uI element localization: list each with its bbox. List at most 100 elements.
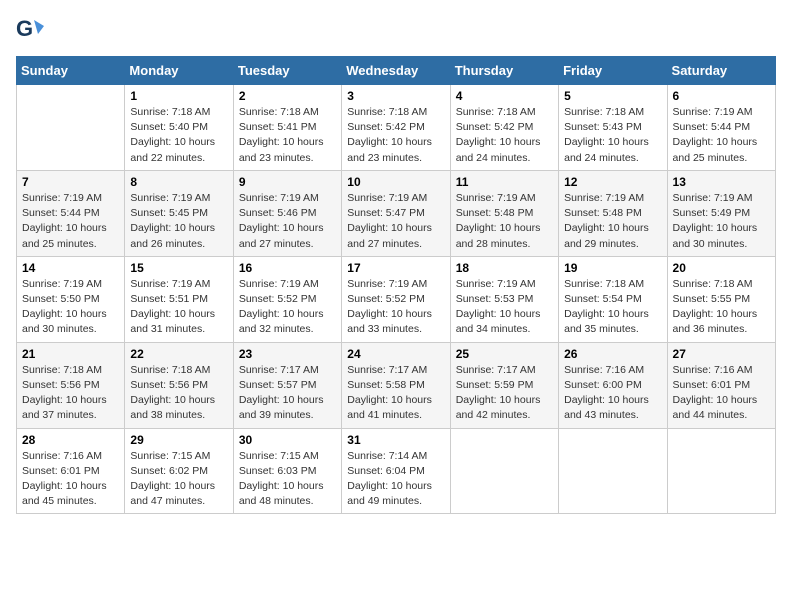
day-number: 27 bbox=[673, 347, 770, 361]
day-cell: 14Sunrise: 7:19 AM Sunset: 5:50 PM Dayli… bbox=[17, 256, 125, 342]
day-detail: Sunrise: 7:15 AM Sunset: 6:03 PM Dayligh… bbox=[239, 449, 336, 510]
day-cell: 24 Sunrise: 7:17 AM Sunset: 5:58 PM Dayli… bbox=[342, 342, 450, 428]
day-detail: Sunrise: 7:19 AM Sunset: 5:48 PM Dayligh… bbox=[564, 191, 661, 252]
day-cell: 7 Sunrise: 7:19 AM Sunset: 5:44 PM Daylig… bbox=[17, 170, 125, 256]
day-cell: 25Sunrise: 7:17 AM Sunset: 5:59 PM Dayli… bbox=[450, 342, 558, 428]
day-number: 12 bbox=[564, 175, 661, 189]
day-detail: Sunrise: 7:19 AM Sunset: 5:52 PM Dayligh… bbox=[347, 277, 444, 338]
day-header-tuesday: Tuesday bbox=[233, 57, 341, 85]
day-header-saturday: Saturday bbox=[667, 57, 775, 85]
day-detail: Sunrise: 7:19 AM Sunset: 5:44 PM Dayligh… bbox=[673, 105, 770, 166]
day-number: 22 bbox=[130, 347, 227, 361]
week-row-5: 28 Sunrise: 7:16 AM Sunset: 6:01 PM Dayli… bbox=[17, 428, 776, 514]
day-detail: Sunrise: 7:19 AM Sunset: 5:51 PM Dayligh… bbox=[130, 277, 227, 338]
day-number: 25 bbox=[456, 347, 553, 361]
day-number: 29 bbox=[130, 433, 227, 447]
day-detail: Sunrise: 7:19 AM Sunset: 5:53 PM Dayligh… bbox=[456, 277, 553, 338]
day-number: 24 bbox=[347, 347, 444, 361]
day-cell: 13 Sunrise: 7:19 AM Sunset: 5:49 PM Dayli… bbox=[667, 170, 775, 256]
day-detail: Sunrise: 7:19 AM Sunset: 5:47 PM Dayligh… bbox=[347, 191, 444, 252]
day-cell: 9Sunrise: 7:19 AM Sunset: 5:46 PM Daylig… bbox=[233, 170, 341, 256]
week-row-3: 14Sunrise: 7:19 AM Sunset: 5:50 PM Dayli… bbox=[17, 256, 776, 342]
day-detail: Sunrise: 7:19 AM Sunset: 5:48 PM Dayligh… bbox=[456, 191, 553, 252]
day-number: 10 bbox=[347, 175, 444, 189]
day-detail: Sunrise: 7:18 AM Sunset: 5:40 PM Dayligh… bbox=[130, 105, 227, 166]
days-header-row: SundayMondayTuesdayWednesdayThursdayFrid… bbox=[17, 57, 776, 85]
day-detail: Sunrise: 7:18 AM Sunset: 5:55 PM Dayligh… bbox=[673, 277, 770, 338]
day-detail: Sunrise: 7:18 AM Sunset: 5:43 PM Dayligh… bbox=[564, 105, 661, 166]
day-number: 21 bbox=[22, 347, 119, 361]
day-cell: 10 Sunrise: 7:19 AM Sunset: 5:47 PM Dayli… bbox=[342, 170, 450, 256]
day-cell: 5 Sunrise: 7:18 AM Sunset: 5:43 PM Daylig… bbox=[559, 85, 667, 171]
day-detail: Sunrise: 7:18 AM Sunset: 5:42 PM Dayligh… bbox=[456, 105, 553, 166]
day-cell bbox=[559, 428, 667, 514]
logo: G bbox=[16, 16, 48, 44]
header: G bbox=[16, 16, 776, 44]
day-detail: Sunrise: 7:17 AM Sunset: 5:58 PM Dayligh… bbox=[347, 363, 444, 424]
day-number: 8 bbox=[130, 175, 227, 189]
day-cell: 17 Sunrise: 7:19 AM Sunset: 5:52 PM Dayli… bbox=[342, 256, 450, 342]
day-number: 26 bbox=[564, 347, 661, 361]
day-detail: Sunrise: 7:19 AM Sunset: 5:45 PM Dayligh… bbox=[130, 191, 227, 252]
day-cell: 4 Sunrise: 7:18 AM Sunset: 5:42 PM Daylig… bbox=[450, 85, 558, 171]
day-header-friday: Friday bbox=[559, 57, 667, 85]
day-number: 17 bbox=[347, 261, 444, 275]
day-cell: 11Sunrise: 7:19 AM Sunset: 5:48 PM Dayli… bbox=[450, 170, 558, 256]
day-detail: Sunrise: 7:16 AM Sunset: 6:01 PM Dayligh… bbox=[22, 449, 119, 510]
day-cell: 23 Sunrise: 7:17 AM Sunset: 5:57 PM Dayli… bbox=[233, 342, 341, 428]
day-detail: Sunrise: 7:17 AM Sunset: 5:57 PM Dayligh… bbox=[239, 363, 336, 424]
day-cell: 6 Sunrise: 7:19 AM Sunset: 5:44 PM Daylig… bbox=[667, 85, 775, 171]
day-number: 6 bbox=[673, 89, 770, 103]
day-detail: Sunrise: 7:19 AM Sunset: 5:52 PM Dayligh… bbox=[239, 277, 336, 338]
day-number: 7 bbox=[22, 175, 119, 189]
day-number: 3 bbox=[347, 89, 444, 103]
day-number: 4 bbox=[456, 89, 553, 103]
day-number: 16 bbox=[239, 261, 336, 275]
day-header-monday: Monday bbox=[125, 57, 233, 85]
day-detail: Sunrise: 7:15 AM Sunset: 6:02 PM Dayligh… bbox=[130, 449, 227, 510]
day-cell: 3 Sunrise: 7:18 AM Sunset: 5:42 PM Daylig… bbox=[342, 85, 450, 171]
day-number: 2 bbox=[239, 89, 336, 103]
day-cell bbox=[17, 85, 125, 171]
day-cell: 15 Sunrise: 7:19 AM Sunset: 5:51 PM Dayli… bbox=[125, 256, 233, 342]
week-row-4: 21 Sunrise: 7:18 AM Sunset: 5:56 PM Dayli… bbox=[17, 342, 776, 428]
day-cell: 12 Sunrise: 7:19 AM Sunset: 5:48 PM Dayli… bbox=[559, 170, 667, 256]
day-detail: Sunrise: 7:18 AM Sunset: 5:54 PM Dayligh… bbox=[564, 277, 661, 338]
day-cell: 2 Sunrise: 7:18 AM Sunset: 5:41 PM Daylig… bbox=[233, 85, 341, 171]
day-detail: Sunrise: 7:18 AM Sunset: 5:56 PM Dayligh… bbox=[22, 363, 119, 424]
day-detail: Sunrise: 7:19 AM Sunset: 5:44 PM Dayligh… bbox=[22, 191, 119, 252]
week-row-2: 7 Sunrise: 7:19 AM Sunset: 5:44 PM Daylig… bbox=[17, 170, 776, 256]
day-number: 18 bbox=[456, 261, 553, 275]
day-number: 19 bbox=[564, 261, 661, 275]
calendar-table: SundayMondayTuesdayWednesdayThursdayFrid… bbox=[16, 56, 776, 514]
day-cell: 22 Sunrise: 7:18 AM Sunset: 5:56 PM Dayli… bbox=[125, 342, 233, 428]
logo-icon: G bbox=[16, 16, 44, 44]
day-header-sunday: Sunday bbox=[17, 57, 125, 85]
day-cell: 16 Sunrise: 7:19 AM Sunset: 5:52 PM Dayli… bbox=[233, 256, 341, 342]
day-cell bbox=[667, 428, 775, 514]
day-cell: 19 Sunrise: 7:18 AM Sunset: 5:54 PM Dayli… bbox=[559, 256, 667, 342]
day-detail: Sunrise: 7:18 AM Sunset: 5:56 PM Dayligh… bbox=[130, 363, 227, 424]
day-number: 28 bbox=[22, 433, 119, 447]
day-detail: Sunrise: 7:16 AM Sunset: 6:01 PM Dayligh… bbox=[673, 363, 770, 424]
day-header-wednesday: Wednesday bbox=[342, 57, 450, 85]
day-detail: Sunrise: 7:14 AM Sunset: 6:04 PM Dayligh… bbox=[347, 449, 444, 510]
day-number: 5 bbox=[564, 89, 661, 103]
day-cell: 18 Sunrise: 7:19 AM Sunset: 5:53 PM Dayli… bbox=[450, 256, 558, 342]
day-header-thursday: Thursday bbox=[450, 57, 558, 85]
day-detail: Sunrise: 7:16 AM Sunset: 6:00 PM Dayligh… bbox=[564, 363, 661, 424]
svg-text:G: G bbox=[16, 16, 33, 41]
day-cell: 20Sunrise: 7:18 AM Sunset: 5:55 PM Dayli… bbox=[667, 256, 775, 342]
day-number: 23 bbox=[239, 347, 336, 361]
day-detail: Sunrise: 7:19 AM Sunset: 5:50 PM Dayligh… bbox=[22, 277, 119, 338]
day-number: 15 bbox=[130, 261, 227, 275]
day-cell: 29 Sunrise: 7:15 AM Sunset: 6:02 PM Dayli… bbox=[125, 428, 233, 514]
day-number: 1 bbox=[130, 89, 227, 103]
day-detail: Sunrise: 7:19 AM Sunset: 5:49 PM Dayligh… bbox=[673, 191, 770, 252]
day-detail: Sunrise: 7:18 AM Sunset: 5:41 PM Dayligh… bbox=[239, 105, 336, 166]
day-number: 13 bbox=[673, 175, 770, 189]
week-row-1: 1 Sunrise: 7:18 AM Sunset: 5:40 PM Daylig… bbox=[17, 85, 776, 171]
day-cell: 31Sunrise: 7:14 AM Sunset: 6:04 PM Dayli… bbox=[342, 428, 450, 514]
day-number: 9 bbox=[239, 175, 336, 189]
day-detail: Sunrise: 7:18 AM Sunset: 5:42 PM Dayligh… bbox=[347, 105, 444, 166]
